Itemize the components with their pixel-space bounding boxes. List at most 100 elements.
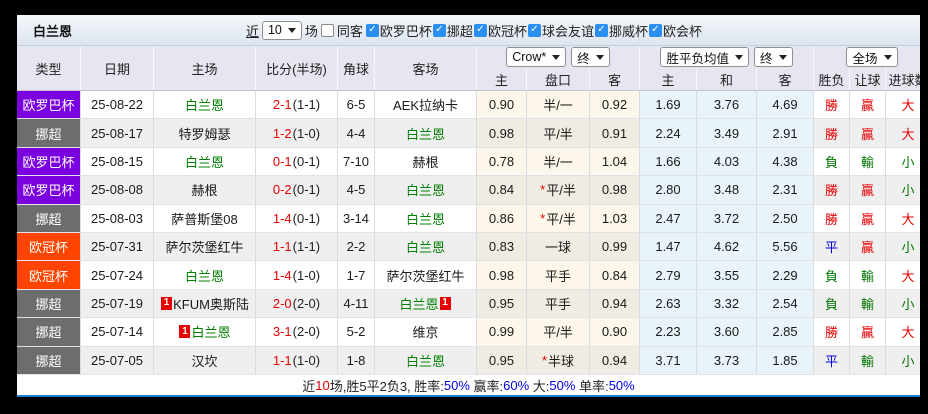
bookmaker-select[interactable]: Crow*: [506, 47, 567, 67]
handicap-line-text: 平手: [544, 296, 571, 312]
score: 3-1 (2-0): [256, 318, 338, 346]
league-badge: 欧冠杯: [17, 232, 81, 261]
handicap-line-text: 半/一: [543, 98, 573, 114]
recent-count-select[interactable]: 10: [261, 20, 302, 40]
score: 2-1 (1-1): [256, 91, 338, 119]
league-checkbox-label: 球会友谊: [541, 23, 594, 39]
half-time-score: (1-1): [292, 97, 321, 113]
result-wdl: 勝: [814, 91, 850, 119]
match-date: 25-08-17: [81, 119, 154, 147]
home-team: 白兰恩: [154, 261, 256, 289]
away-team: 维京: [375, 318, 477, 346]
scope-select-value: 全场: [852, 51, 878, 66]
away-team-name: 赫根: [412, 154, 439, 170]
away-team: 白兰恩: [375, 176, 477, 204]
full-time-score: 1-2: [272, 125, 292, 141]
europe-stage-select[interactable]: 终: [754, 47, 793, 67]
league-checkbox[interactable]: [432, 23, 446, 37]
table-row: 挪超 25-08-03 萨普斯堡08 1-4 (0-1) 3-14 白兰恩 0.86 * 平/半 1…: [17, 204, 920, 233]
handicap-line-text: 平手: [544, 268, 571, 284]
europe-odds-select[interactable]: 胜平负均值: [660, 47, 749, 67]
league-badge: 挪超: [17, 318, 81, 346]
league-badge: 挪超: [17, 204, 81, 232]
column-header-2: 日期: [81, 46, 154, 90]
scope-select[interactable]: 全场: [846, 47, 898, 67]
full-time-score: 1-1: [272, 352, 292, 368]
handicap-odds-home: 0.98: [477, 261, 527, 289]
handicap-line: 一球: [527, 232, 590, 261]
bookmaker-stage-select[interactable]: 终: [571, 47, 610, 67]
sub-column-header: 盘口: [527, 68, 590, 90]
wdl-odds-draw: 4.03: [697, 147, 757, 176]
away-team-name: 白兰恩: [405, 240, 445, 256]
away-team: 白兰恩: [375, 119, 477, 147]
result-handicap: 贏: [850, 119, 886, 147]
result-handicap: 贏: [850, 318, 886, 346]
changed-line-marker: *: [541, 352, 548, 368]
sub-column-header: 胜负: [814, 68, 850, 90]
league-checkbox[interactable]: [365, 23, 379, 37]
changed-line-marker: *: [540, 210, 546, 226]
europe-odds-select-group: 胜平负均值 终: [640, 46, 814, 68]
result-handicap: 輸: [850, 346, 886, 374]
away-team-name: 白兰恩: [405, 211, 445, 227]
league-badge: 欧罗巴杯: [17, 147, 81, 176]
full-time-score: 0-2: [272, 182, 292, 198]
handicap-odds-away: 0.90: [590, 318, 640, 346]
result-wdl: 平: [814, 232, 850, 261]
match-date: 25-07-24: [81, 261, 154, 289]
full-time-score: 1-1: [272, 239, 292, 255]
wdl-odds-away: 2.29: [757, 261, 814, 289]
league-checkbox[interactable]: [527, 23, 541, 37]
home-team: 白兰恩: [154, 91, 256, 119]
result-wdl: 平: [814, 346, 850, 374]
table-row: 欧冠杯 25-07-24 白兰恩 1-4 (1-0) 1-7 萨尔茨堡红牛 0.98 平手 0.8…: [17, 261, 920, 290]
handicap-line-text: 一球: [544, 240, 571, 256]
summary-text: 10: [315, 377, 330, 393]
bookmaker-select-value: Crow*: [512, 50, 547, 64]
handicap-odds-home: 0.90: [477, 91, 527, 119]
handicap-line: 半/一: [527, 91, 590, 119]
half-time-score: (0-1): [292, 210, 321, 226]
handicap-odds-away: 0.84: [590, 261, 640, 289]
match-rows: 欧罗巴杯 25-08-22 白兰恩 2-1 (1-1) 6-5 AEK拉纳卡 0.90 半/一 0…: [17, 91, 920, 375]
sub-column-header: 客: [757, 68, 814, 90]
home-team-name: 萨尔茨堡红牛: [165, 240, 244, 256]
wdl-odds-draw: 3.55: [697, 261, 757, 289]
red-card-badge: 1: [179, 325, 191, 339]
recent-link[interactable]: 近: [246, 21, 259, 40]
column-header-5: 角球: [338, 46, 375, 90]
wdl-odds-home: 2.79: [640, 261, 697, 289]
handicap-line: 平手: [527, 289, 590, 318]
corner-count: 4-11: [338, 289, 375, 318]
away-team-name: 白兰恩: [405, 353, 445, 369]
result-handicap: 輸: [850, 289, 886, 318]
league-checkbox-label: 欧冠杯: [487, 23, 527, 39]
home-team-name: 汉坎: [191, 353, 218, 369]
wdl-odds-draw: 3.32: [697, 289, 757, 318]
handicap-odds-home: 0.95: [477, 289, 527, 318]
league-filter-group: 欧罗巴杯挪超欧冠杯球会友谊挪威杯欧会杯: [365, 21, 702, 40]
league-checkbox[interactable]: [473, 23, 487, 37]
full-time-score: 2-1: [272, 97, 292, 113]
bookmaker-stage-value: 终: [577, 51, 590, 66]
result-wdl: 勝: [814, 119, 850, 147]
score: 2-0 (2-0): [256, 289, 338, 318]
handicap-line: 平手: [527, 261, 590, 289]
league-checkbox-label: 挪威杯: [608, 23, 648, 39]
home-team-name: 白兰恩: [191, 325, 231, 341]
sub-column-header: 主: [640, 68, 697, 90]
wdl-odds-away: 2.50: [757, 204, 814, 232]
chevron-down-icon: [287, 27, 296, 33]
league-checkbox[interactable]: [594, 23, 608, 37]
result-goals: 小: [886, 148, 920, 175]
home-team: 1 白兰恩: [154, 318, 256, 346]
table-row: 挪超 25-07-19 1 KFUM奥斯陆 2-0 (2-0) 4-11 白兰恩 1 0.95 平手…: [17, 289, 920, 319]
result-goals: 大: [886, 318, 920, 345]
chevron-down-icon: [778, 54, 787, 60]
result-goals: 大: [886, 261, 920, 288]
full-time-score: 1-4: [272, 267, 292, 283]
away-team: AEK拉纳卡: [375, 91, 477, 119]
same-venue-checkbox[interactable]: [320, 23, 334, 37]
league-checkbox[interactable]: [648, 23, 662, 37]
